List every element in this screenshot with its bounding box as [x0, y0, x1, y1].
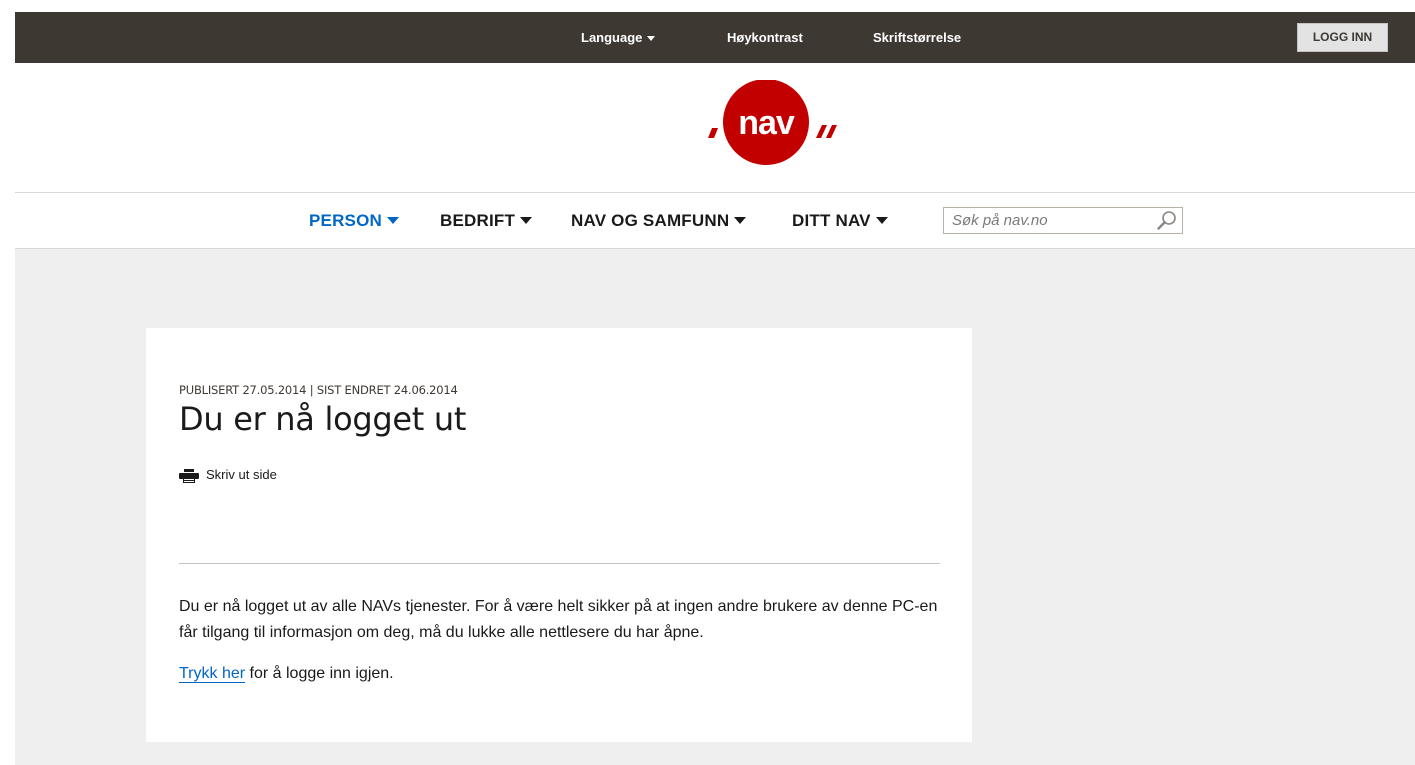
article-card: PUBLISERT 27.05.2014 | SIST ENDRET 24.06…: [146, 328, 972, 742]
logout-message: Du er nå logget ut av alle NAVs tjeneste…: [179, 598, 938, 641]
high-contrast-link[interactable]: Høykontrast: [727, 12, 803, 63]
font-size-link[interactable]: Skriftstørrelse: [873, 12, 961, 63]
language-menu[interactable]: Language: [581, 12, 656, 63]
nav-item-person[interactable]: PERSON: [309, 193, 399, 248]
top-utility-bar: Language Høykontrast Skriftstørrelse LOG…: [15, 12, 1415, 63]
nav-item-nav-og-samfunn[interactable]: NAV OG SAMFUNN: [571, 193, 747, 248]
relogin-paragraph: Trykk her for å logge inn igjen.: [179, 661, 394, 687]
content-divider: [179, 563, 940, 564]
nav-item-label: NAV OG SAMFUNN: [571, 211, 730, 230]
relogin-text: for å logge inn igjen.: [245, 665, 394, 682]
language-label: Language: [581, 30, 643, 45]
nav-logo[interactable]: nav: [696, 79, 856, 170]
chevron-down-icon: [387, 217, 399, 225]
chevron-down-icon: [520, 217, 533, 225]
search-input[interactable]: [944, 208, 1154, 233]
chevron-down-icon: [875, 217, 888, 225]
logo-text: nav: [738, 104, 795, 142]
login-button[interactable]: LOGG INN: [1297, 23, 1388, 52]
printer-icon: [179, 469, 199, 483]
nav-item-ditt-nav[interactable]: DITT NAV: [792, 193, 888, 248]
nav-logo-graphic: nav: [708, 79, 837, 165]
chevron-down-icon: [647, 36, 656, 42]
nav-item-label: DITT NAV: [792, 211, 871, 230]
publish-meta: PUBLISERT 27.05.2014 | SIST ENDRET 24.06…: [179, 383, 458, 397]
search-icon[interactable]: [1156, 210, 1178, 232]
print-label: Skriv ut side: [206, 467, 277, 482]
nav-item-label: PERSON: [309, 211, 382, 230]
main-navigation: PERSON BEDRIFT NAV OG SAMFUNN DITT NAV: [15, 193, 1415, 248]
nav-item-bedrift[interactable]: BEDRIFT: [440, 193, 533, 248]
page-title: Du er nå logget ut: [179, 400, 467, 438]
relogin-link[interactable]: Trykk her: [179, 665, 246, 683]
page-frame: Language Høykontrast Skriftstørrelse LOG…: [15, 12, 1415, 765]
chevron-down-icon: [734, 217, 747, 225]
nav-item-label: BEDRIFT: [440, 211, 516, 230]
search-box: [943, 207, 1183, 234]
